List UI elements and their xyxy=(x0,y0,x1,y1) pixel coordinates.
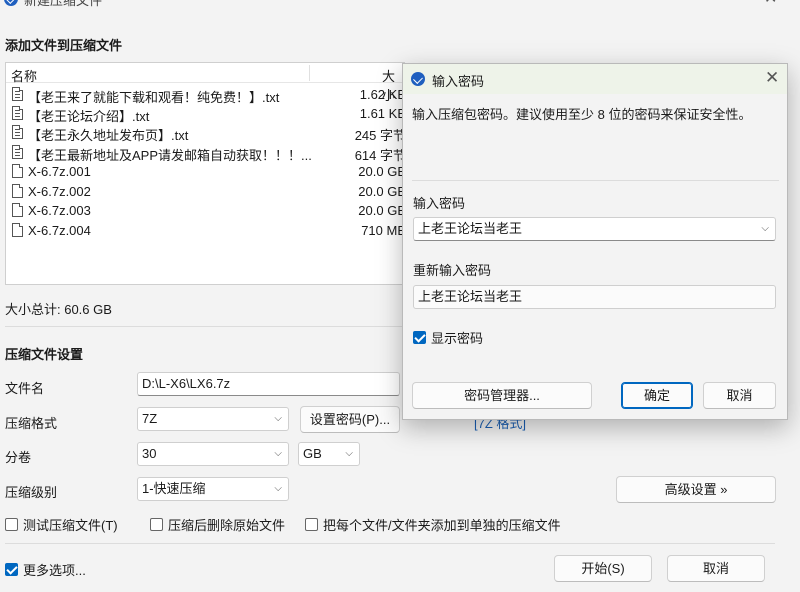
column-separator[interactable] xyxy=(309,65,310,81)
list-item[interactable]: X-6.7z.002 20.0 GB xyxy=(6,182,404,201)
password-label: 输入密码 xyxy=(413,196,466,211)
advanced-settings-button[interactable]: 高级设置 » xyxy=(616,476,776,503)
split-value: 30 xyxy=(142,446,157,461)
level-label: 压缩级别 xyxy=(5,485,58,500)
level-select[interactable]: 1-快速压缩 ⌵ xyxy=(137,477,289,501)
dialog-title-bar: 输入密码 ✕ xyxy=(403,64,787,94)
test-archive-checkbox[interactable]: 测试压缩文件(T) xyxy=(5,515,118,534)
chevron-down-icon: ⌵ xyxy=(274,483,282,494)
file-size: 20.0 GB xyxy=(358,184,405,199)
password-value: 上老王论坛当老王 xyxy=(418,221,523,236)
chevron-down-icon: ⌵ xyxy=(274,448,282,459)
split-unit-value: GB xyxy=(303,446,322,461)
separate-archives-checkbox[interactable]: 把每个文件/文件夹添加到单独的压缩文件 xyxy=(305,515,561,534)
checkbox-label: 更多选项... xyxy=(23,563,86,578)
password-input[interactable]: 上老王论坛当老王 ⌵ xyxy=(413,217,776,241)
file-icon xyxy=(12,164,23,178)
list-item[interactable]: 【老王永久地址发布页】.txt 245 字节 xyxy=(6,123,405,143)
list-item[interactable]: X-6.7z.004 710 MB xyxy=(6,221,404,240)
split-label: 分卷 xyxy=(5,450,32,465)
set-password-button[interactable]: 设置密码(P)... xyxy=(300,406,400,433)
text-file-icon xyxy=(12,145,23,159)
file-name: X-6.7z.003 xyxy=(28,203,91,218)
chevron-down-icon: ⌵ xyxy=(345,448,353,459)
checkbox-label: 显示密码 xyxy=(431,331,484,346)
file-list-header: 名称 大小 xyxy=(6,63,404,103)
start-button[interactable]: 开始(S) xyxy=(554,555,652,582)
title-bar: 新建压缩文件 ✕ xyxy=(0,0,800,16)
dialog-description: 输入压缩包密码。建议使用至少 8 位的密码来保证安全性。 xyxy=(412,107,752,122)
app-logo-icon xyxy=(4,0,18,6)
format-value: 7Z xyxy=(142,411,158,426)
file-name: X-6.7z.001 xyxy=(28,164,91,179)
checkbox-box[interactable] xyxy=(150,518,163,531)
column-header-name[interactable]: 名称 xyxy=(11,66,37,85)
text-file-icon xyxy=(12,106,23,120)
password-dialog: 输入密码 ✕ 输入压缩包密码。建议使用至少 8 位的密码来保证安全性。 输入密码… xyxy=(402,63,788,420)
reenter-password-label: 重新输入密码 xyxy=(413,263,492,278)
password-manager-button[interactable]: 密码管理器... xyxy=(412,382,592,409)
ok-button[interactable]: 确定 xyxy=(621,382,693,409)
reenter-password-input[interactable]: 上老王论坛当老王 xyxy=(413,285,776,309)
level-value: 1-快速压缩 xyxy=(142,481,206,496)
list-item[interactable]: 【老王最新地址及APP请发邮箱自动获取！！！... 614 字节 xyxy=(6,143,404,163)
delete-originals-checkbox[interactable]: 压缩后删除原始文件 xyxy=(150,515,285,534)
list-item[interactable]: X-6.7z.003 20.0 GB xyxy=(6,201,404,220)
split-unit-select[interactable]: GB ⌵ xyxy=(298,442,360,466)
divider xyxy=(412,180,779,181)
cancel-button[interactable]: 取消 xyxy=(703,382,776,409)
file-size: 1.62 KB xyxy=(359,87,405,102)
dialog-title: 输入密码 xyxy=(432,74,485,89)
chevron-down-icon[interactable]: ⌵ xyxy=(761,218,769,240)
text-file-icon xyxy=(12,87,23,101)
add-files-heading: 添加文件到压缩文件 xyxy=(5,38,123,53)
app-logo-icon xyxy=(411,72,425,86)
checkbox-label: 压缩后删除原始文件 xyxy=(168,518,286,533)
cancel-button[interactable]: 取消 xyxy=(667,555,765,582)
split-select[interactable]: 30 ⌵ xyxy=(137,442,289,466)
close-icon[interactable]: ✕ xyxy=(764,0,777,8)
checkbox-box[interactable] xyxy=(305,518,318,531)
checkbox-label: 测试压缩文件(T) xyxy=(23,518,118,533)
checkbox-box[interactable] xyxy=(5,563,18,576)
file-name: X-6.7z.002 xyxy=(28,184,91,199)
format-label: 压缩格式 xyxy=(5,416,58,431)
checkbox-box[interactable] xyxy=(5,518,18,531)
filename-label: 文件名 xyxy=(5,381,45,396)
window-title: 新建压缩文件 xyxy=(24,0,103,8)
filename-input[interactable]: D:\L-X6\LX6.7z xyxy=(137,372,400,396)
checkbox-label: 把每个文件/文件夹添加到单独的压缩文件 xyxy=(323,518,561,533)
divider xyxy=(5,543,775,544)
chevron-down-icon: ⌵ xyxy=(274,413,282,424)
list-item[interactable]: X-6.7z.001 20.0 GB xyxy=(6,162,404,181)
file-icon xyxy=(12,184,23,198)
format-select[interactable]: 7Z ⌵ xyxy=(137,407,289,431)
file-icon xyxy=(12,223,23,237)
file-icon xyxy=(12,203,23,217)
file-size: 245 字节 xyxy=(354,128,405,143)
file-name: 【老王永久地址发布页】.txt xyxy=(28,128,189,143)
file-name: X-6.7z.004 xyxy=(28,223,91,238)
file-size: 20.0 GB xyxy=(358,164,405,179)
more-options-checkbox[interactable]: 更多选项... xyxy=(5,560,86,579)
file-size: 20.0 GB xyxy=(358,203,405,218)
close-icon[interactable]: ✕ xyxy=(765,68,779,88)
total-size: 大小总计: 60.6 GB xyxy=(5,302,112,317)
list-item[interactable]: 【老王论坛介绍】.txt 1.61 KB xyxy=(6,104,405,124)
settings-heading: 压缩文件设置 xyxy=(5,347,84,362)
file-list[interactable]: 名称 大小 【老王来了就能下载和观看！纯免费！】.txt 1.62 KB 【老王… xyxy=(5,62,405,285)
file-size: 1.61 KB xyxy=(359,106,405,121)
checkbox-box[interactable] xyxy=(413,331,426,344)
text-file-icon xyxy=(12,125,23,139)
show-password-checkbox[interactable]: 显示密码 xyxy=(413,328,483,347)
list-item[interactable]: 【老王来了就能下载和观看！纯免费！】.txt 1.62 KB xyxy=(6,85,405,105)
file-size: 710 MB xyxy=(361,223,405,238)
